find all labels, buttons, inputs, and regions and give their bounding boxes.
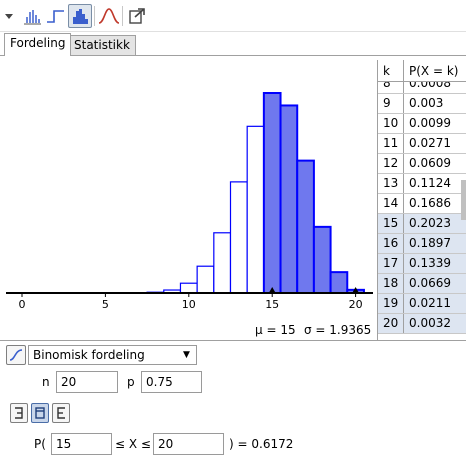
histogram-bar-18 <box>312 225 332 294</box>
cell-prob: 0.0669 <box>409 276 451 290</box>
cell-prob: 0.1686 <box>409 196 451 210</box>
toolbar-separator <box>122 6 123 26</box>
table-row[interactable]: 14 0.1686 <box>378 194 466 214</box>
dropdown-triangle-icon[interactable] <box>2 4 16 28</box>
histogram-bar-16 <box>279 104 299 294</box>
lower-bound-input[interactable]: 15 <box>51 433 112 455</box>
histogram-bar-11 <box>196 265 215 294</box>
prob-prefix: P( <box>34 437 46 451</box>
normal-curve-overlay-icon[interactable] <box>97 4 121 28</box>
table-row[interactable]: 19 0.0211 <box>378 294 466 314</box>
distribution-select[interactable]: Binomisk fordeling ▼ <box>28 345 197 365</box>
mean-label: μ = 15 <box>255 323 296 337</box>
table-row[interactable]: 13 0.1124 <box>378 174 466 194</box>
cell-prob: 0.0032 <box>409 316 451 330</box>
tab-bar: Fordeling Statistikk <box>0 32 466 56</box>
cell-prob: 0.1897 <box>409 236 451 250</box>
histogram-bar-10 <box>179 282 198 294</box>
table-row[interactable]: 10 0.0099 <box>378 114 466 134</box>
x-tick-label: 15 <box>265 298 279 311</box>
cell-prob: 0.2023 <box>409 216 451 230</box>
histogram-plot: 0 5 10 15 20 μ = 15 σ = 1.9365 <box>6 92 373 337</box>
cell-k: 10 <box>378 114 404 133</box>
tab-statistikk[interactable]: Statistikk <box>68 35 136 56</box>
export-icon[interactable] <box>125 4 149 28</box>
toolbar <box>0 0 466 32</box>
step-graph-icon[interactable] <box>44 4 68 28</box>
p-label: p <box>127 375 135 389</box>
cell-prob: 0.1124 <box>409 176 451 190</box>
header-k: k <box>378 60 404 81</box>
table-row[interactable]: 15 0.2023 <box>378 214 466 234</box>
histogram-bar-19 <box>329 271 349 294</box>
x-tick-label: 0 <box>19 298 26 311</box>
cell-prob: 0.0211 <box>409 296 451 310</box>
cell-k: 15 <box>378 214 404 233</box>
probability-calculator-window: Fordeling Statistikk 0 5 10 15 20 μ = 15 σ =… <box>0 0 466 459</box>
cell-prob: 0.0609 <box>409 156 451 170</box>
chevron-down-icon: ▼ <box>183 350 190 360</box>
histogram-bar-12 <box>213 232 232 294</box>
cell-prob: 0.1339 <box>409 256 451 270</box>
n-input[interactable]: 20 <box>56 371 118 393</box>
x-tick-label: 10 <box>182 298 196 311</box>
histogram-bar-14 <box>246 125 265 294</box>
right-sided-icon[interactable] <box>52 403 70 423</box>
toolbar-separator <box>94 6 95 26</box>
bar-graph-icon[interactable] <box>20 4 44 28</box>
cell-k: 9 <box>378 94 404 113</box>
cell-k: 13 <box>378 174 404 193</box>
cell-k: 12 <box>378 154 404 173</box>
table-row[interactable]: 11 0.0271 <box>378 134 466 154</box>
interval-icon[interactable] <box>31 403 49 423</box>
histogram-bar-15 <box>262 92 282 294</box>
cell-k: 17 <box>378 254 404 273</box>
between-label: ≤ X ≤ <box>115 437 151 451</box>
cell-k: 14 <box>378 194 404 213</box>
sd-label: σ = 1.9365 <box>304 323 371 337</box>
table-row[interactable]: 17 0.1339 <box>378 254 466 274</box>
header-prob: P(X = k) <box>409 64 459 78</box>
histogram-icon[interactable] <box>68 4 92 28</box>
distribution-chart: 0 5 10 15 20 μ = 15 σ = 1.9365 <box>1 56 375 340</box>
histogram-bar-13 <box>229 181 248 294</box>
p-input[interactable]: 0.75 <box>141 371 202 393</box>
histogram-bar-17 <box>296 159 315 295</box>
cumulative-toggle-icon[interactable] <box>6 345 26 365</box>
cell-k: 11 <box>378 134 404 153</box>
table-row[interactable]: 20 0.0032 <box>378 314 466 334</box>
table-row[interactable]: 9 0.003 <box>378 94 466 114</box>
table-header: k P(X = k) <box>378 60 466 82</box>
distribution-select-value: Binomisk fordeling <box>33 348 145 362</box>
upper-bound-input[interactable]: 20 <box>153 433 224 455</box>
probability-result: ) = 0.6172 <box>229 437 294 451</box>
n-label: n <box>42 375 50 389</box>
table-scrollbar[interactable] <box>461 180 466 220</box>
x-tick-label: 20 <box>349 298 363 311</box>
cell-k: 18 <box>378 274 404 293</box>
cell-k: 19 <box>378 294 404 313</box>
panel-divider <box>0 340 466 341</box>
probability-table[interactable]: 8 0.0008 9 0.003 10 0.0099 11 0.0271 12 0.0609 13 0… <box>377 60 466 340</box>
left-sided-icon[interactable] <box>10 403 28 423</box>
x-tick-label: 5 <box>102 298 109 311</box>
cell-k: 20 <box>378 314 404 333</box>
cell-prob: 0.0099 <box>409 116 451 130</box>
cell-prob: 0.003 <box>409 96 444 110</box>
table-row[interactable]: 16 0.1897 <box>378 234 466 254</box>
table-row[interactable]: 18 0.0669 <box>378 274 466 294</box>
table-row[interactable]: 12 0.0609 <box>378 154 466 174</box>
cell-k: 16 <box>378 234 404 253</box>
tab-fordeling[interactable]: Fordeling <box>4 33 72 56</box>
table-body: 8 0.0008 9 0.003 10 0.0099 11 0.0271 12 0.0609 13 0… <box>378 74 466 334</box>
cell-prob: 0.0271 <box>409 136 451 150</box>
